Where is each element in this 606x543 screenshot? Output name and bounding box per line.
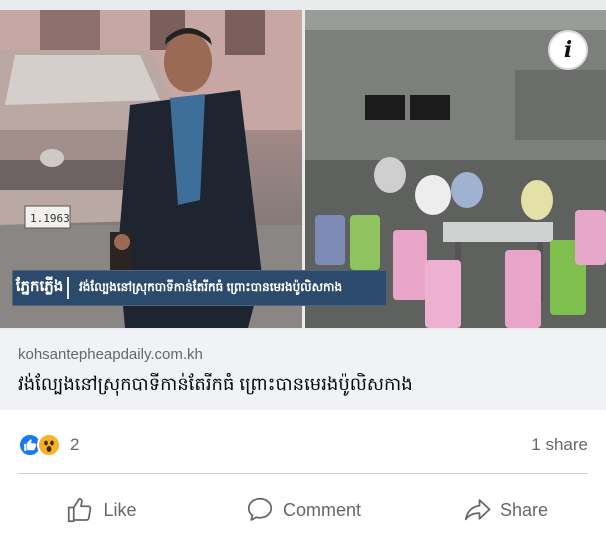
like-icon bbox=[68, 497, 92, 523]
like-button[interactable]: Like bbox=[0, 485, 202, 535]
share-label: Share bbox=[499, 499, 549, 520]
license-plate: 1.1963 bbox=[30, 212, 70, 225]
comment-icon bbox=[247, 497, 273, 521]
divider bbox=[18, 473, 588, 474]
reactions-summary: 2 1 share bbox=[0, 425, 606, 465]
news-caption-banner: ភ្នែកភ្លើង វង់ល្បែងនៅស្រុកបាទីកាន់តែរីកធ… bbox=[12, 270, 387, 306]
link-domain: kohsantepheapdaily.com.kh bbox=[18, 346, 203, 363]
share-button[interactable]: Share bbox=[404, 485, 606, 535]
share-icon bbox=[464, 499, 491, 521]
link-title: វង់ល្បែងនៅស្រុកបាទីកាន់តែរីកធំ ព្រោះបានម… bbox=[18, 374, 413, 394]
caption-brand-label: ភ្នែកភ្លើង bbox=[15, 278, 64, 295]
reaction-count[interactable]: 2 bbox=[70, 435, 79, 455]
wow-icon bbox=[37, 433, 61, 457]
like-thumb-glyph bbox=[24, 439, 37, 451]
post-actions: Like Comment Share bbox=[0, 485, 606, 535]
caption-headline: វង់ល្បែងនៅស្រុកបាទីកាន់តែរីកធំ ព្រោះបានម… bbox=[79, 280, 343, 294]
reaction-icons[interactable] bbox=[18, 431, 61, 459]
wow-face-glyph bbox=[44, 440, 54, 452]
link-preview-image[interactable]: 1.1963 ភ្នែកភ្លើង វង់ល្បែងនៅស្រុកបាទីកាន… bbox=[0, 0, 606, 330]
link-info[interactable]: kohsantepheapdaily.com.kh វង់ល្បែងនៅស្រុ… bbox=[0, 330, 606, 410]
like-label: Like bbox=[103, 499, 137, 520]
info-icon[interactable]: i bbox=[548, 30, 588, 70]
caption-divider bbox=[67, 277, 69, 299]
share-count[interactable]: 1 share bbox=[531, 435, 588, 455]
comment-button[interactable]: Comment bbox=[202, 485, 404, 535]
comment-label: Comment bbox=[282, 499, 362, 520]
shared-link-post: 1.1963 ភ្នែកភ្លើង វង់ល្បែងនៅស្រុកបាទីកាន… bbox=[0, 0, 606, 543]
